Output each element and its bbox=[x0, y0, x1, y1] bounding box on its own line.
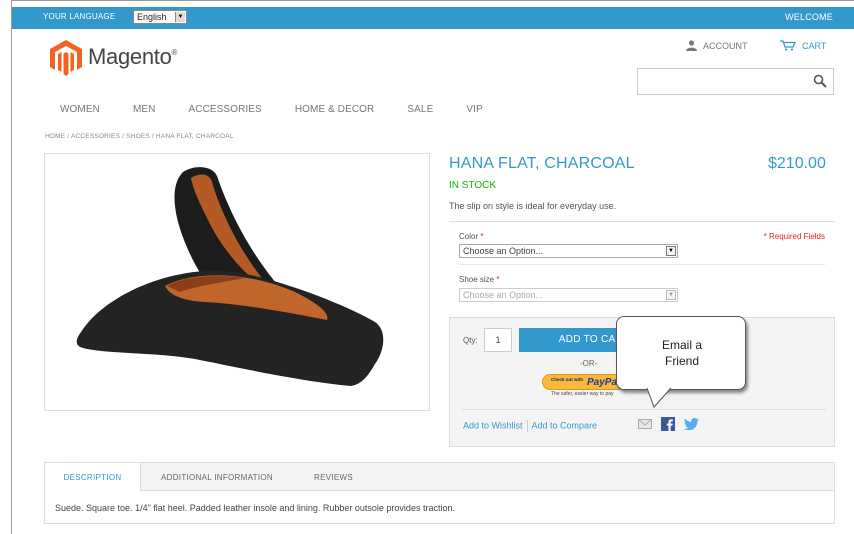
tab-reviews[interactable]: REVIEWS bbox=[314, 463, 353, 491]
tab-additional-information[interactable]: ADDITIONAL INFORMATION bbox=[161, 463, 273, 491]
color-select[interactable]: Choose an Option... ▼ bbox=[459, 244, 678, 258]
tab-description-content: Suede. Square toe. 1/4" flat heel. Padde… bbox=[55, 503, 455, 513]
welcome-text: WELCOME bbox=[785, 12, 833, 22]
search-icon[interactable] bbox=[813, 74, 827, 88]
shoe-size-select-value: Choose an Option... bbox=[463, 290, 544, 300]
add-to-compare-link[interactable]: Add to Compare bbox=[532, 420, 598, 430]
search-input[interactable] bbox=[637, 68, 834, 95]
email-icon[interactable] bbox=[638, 419, 652, 429]
main-navigation: WOMEN MEN ACCESSORIES HOME & DECOR SALE … bbox=[60, 104, 516, 115]
magento-logo-icon[interactable] bbox=[50, 40, 82, 76]
stock-status: IN STOCK bbox=[449, 180, 497, 191]
share-icons bbox=[638, 417, 699, 431]
chevron-down-icon: ▼ bbox=[666, 290, 676, 300]
twitter-icon[interactable] bbox=[684, 418, 699, 430]
qty-label: Qty: bbox=[463, 336, 478, 345]
required-fields-note: * Required Fields bbox=[763, 232, 825, 241]
nav-item-home-decor[interactable]: HOME & DECOR bbox=[295, 104, 375, 115]
user-icon bbox=[686, 40, 697, 51]
nav-item-men[interactable]: MEN bbox=[133, 104, 156, 115]
add-to-wishlist-link[interactable]: Add to Wishlist bbox=[463, 420, 523, 430]
shoe-size-label: Shoe size * bbox=[459, 275, 500, 284]
account-link[interactable]: ACCOUNT bbox=[686, 40, 748, 51]
callout-text: Email a Friend bbox=[661, 338, 702, 368]
tab-row: DESCRIPTION ADDITIONAL INFORMATION REVIE… bbox=[45, 463, 834, 492]
product-tabs: DESCRIPTION ADDITIONAL INFORMATION REVIE… bbox=[44, 462, 835, 524]
nav-item-women[interactable]: WOMEN bbox=[60, 104, 100, 115]
logo-text[interactable]: Magento® bbox=[88, 44, 177, 70]
product-name: HANA FLAT, CHARCOAL bbox=[449, 155, 635, 172]
facebook-icon[interactable] bbox=[661, 417, 675, 431]
color-label: Color * bbox=[459, 232, 484, 241]
tab-description[interactable]: DESCRIPTION bbox=[45, 463, 141, 492]
chevron-down-icon: ▼ bbox=[666, 246, 676, 256]
cart-link[interactable]: CART bbox=[780, 40, 826, 51]
product-links: Add to Wishlist Add to Compare bbox=[463, 420, 597, 432]
language-label: YOUR LANGUAGE bbox=[43, 12, 116, 21]
paypal-checkout-label: Check out with bbox=[551, 377, 584, 382]
options-divider bbox=[459, 264, 825, 265]
language-value: English bbox=[137, 12, 167, 22]
product-image[interactable] bbox=[44, 153, 430, 411]
color-select-value: Choose an Option... bbox=[463, 246, 544, 256]
language-select[interactable]: English ▼ bbox=[133, 10, 187, 24]
paypal-checkout-button[interactable]: Check out with PayPal bbox=[542, 374, 626, 390]
callout-pointer bbox=[646, 387, 672, 408]
nav-item-sale[interactable]: SALE bbox=[407, 104, 433, 115]
shoe-image bbox=[76, 167, 384, 386]
breadcrumb[interactable]: HOME / ACCESSORIES / SHOES / HANA FLAT, … bbox=[45, 133, 234, 140]
product-options: Color * * Required Fields Choose an Opti… bbox=[449, 221, 835, 317]
add-box-divider bbox=[462, 409, 826, 410]
paypal-tagline: The safer, easier way to pay bbox=[551, 391, 614, 397]
short-description: The slip on style is ideal for everyday … bbox=[449, 201, 617, 211]
nav-item-accessories[interactable]: ACCESSORIES bbox=[188, 104, 261, 115]
cart-label: CART bbox=[802, 40, 827, 51]
nav-item-vip[interactable]: VIP bbox=[466, 104, 482, 115]
qty-input[interactable]: 1 bbox=[484, 328, 512, 352]
top-bar: YOUR LANGUAGE English ▼ WELCOME bbox=[12, 7, 854, 29]
product-price: $210.00 bbox=[768, 155, 826, 172]
chevron-down-icon: ▼ bbox=[175, 12, 185, 22]
paypal-logo: PayPal bbox=[587, 377, 620, 388]
cart-icon bbox=[780, 40, 796, 51]
link-divider bbox=[526, 420, 528, 432]
or-separator: -OR- bbox=[580, 359, 598, 368]
account-label: ACCOUNT bbox=[703, 40, 748, 51]
email-friend-callout: Email a Friend bbox=[616, 316, 746, 390]
shoe-size-select[interactable]: Choose an Option... ▼ bbox=[459, 288, 678, 302]
